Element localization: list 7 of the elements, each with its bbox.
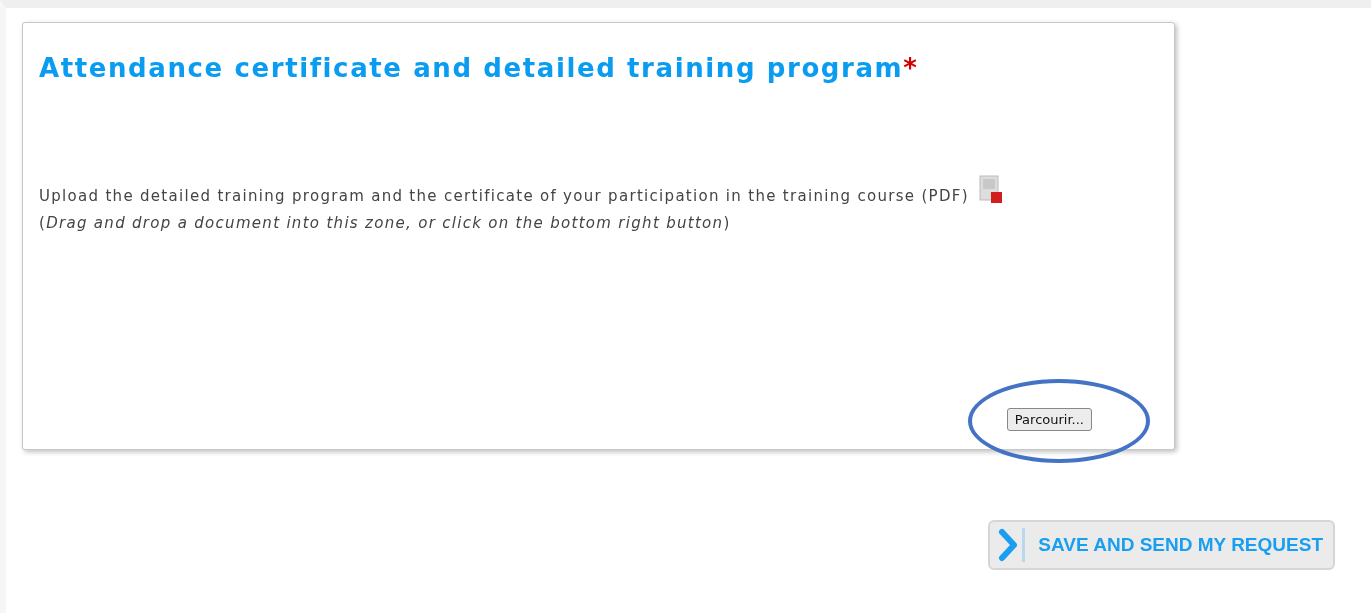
upload-description: Upload the detailed training program and the certificate of your participation in the training course (PDF) — [39, 187, 969, 205]
browse-button[interactable]: Parcourir... — [1006, 408, 1092, 431]
panel-title: Attendance certificate and detailed training program — [39, 53, 904, 83]
required-mark: * — [903, 53, 919, 83]
pdf-file-icon — [978, 175, 1003, 205]
chevron-right-icon — [998, 528, 1027, 562]
drag-drop-hint: (Drag and drop a document into this zone, or click on the bottom right button) — [39, 213, 732, 233]
